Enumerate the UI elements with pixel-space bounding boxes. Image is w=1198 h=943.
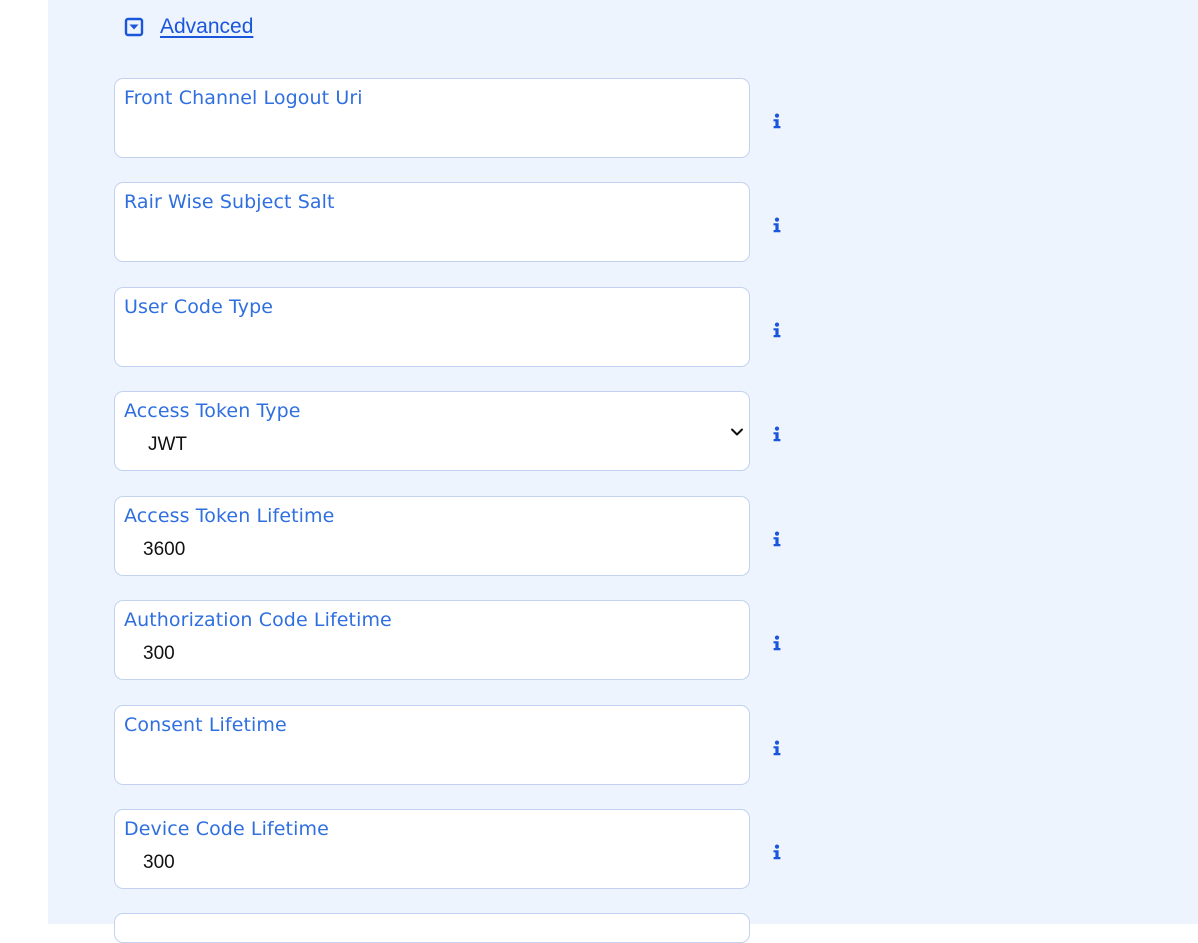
authorization-code-lifetime-field[interactable]: Authorization Code Lifetime 300 [114, 600, 750, 680]
access-token-lifetime-field[interactable]: Access Token Lifetime 3600 [114, 496, 750, 576]
info-icon[interactable] [770, 635, 784, 651]
device-code-lifetime-field[interactable]: Device Code Lifetime 300 [114, 809, 750, 889]
user-code-type-field[interactable]: User Code Type [114, 287, 750, 367]
info-icon[interactable] [770, 531, 784, 547]
consent-lifetime-field[interactable]: Consent Lifetime [114, 705, 750, 785]
pair-wise-subject-salt-field[interactable]: Rair Wise Subject Salt [114, 182, 750, 262]
info-icon[interactable] [770, 322, 784, 338]
field-value[interactable]: 300 [143, 852, 175, 874]
field-value[interactable]: 300 [143, 643, 175, 665]
info-icon[interactable] [770, 426, 784, 442]
front-channel-logout-uri-field[interactable]: Front Channel Logout Uri [114, 78, 750, 158]
info-icon[interactable] [770, 844, 784, 860]
info-icon[interactable] [770, 740, 784, 756]
field-label: User Code Type [124, 296, 274, 318]
field-label: Rair Wise Subject Salt [124, 191, 335, 213]
advanced-toggle[interactable]: Advanced [124, 12, 253, 42]
field-label: Consent Lifetime [124, 714, 287, 736]
info-icon[interactable] [770, 217, 784, 233]
field-label: Authorization Code Lifetime [124, 609, 392, 631]
selected-option[interactable]: JWT [148, 434, 187, 456]
field-value[interactable]: 3600 [143, 539, 185, 561]
field-label: Front Channel Logout Uri [124, 87, 363, 109]
chevron-down-icon[interactable] [729, 424, 745, 440]
advanced-toggle-label[interactable]: Advanced [160, 15, 253, 39]
next-field-partial[interactable] [114, 913, 750, 943]
field-label: Access Token Type [124, 400, 301, 422]
info-icon[interactable] [770, 113, 784, 129]
field-label: Access Token Lifetime [124, 505, 335, 527]
collapse-toggle-icon[interactable] [124, 17, 144, 37]
field-label: Device Code Lifetime [124, 818, 329, 840]
access-token-type-select[interactable]: Access Token Type JWT [114, 391, 750, 471]
